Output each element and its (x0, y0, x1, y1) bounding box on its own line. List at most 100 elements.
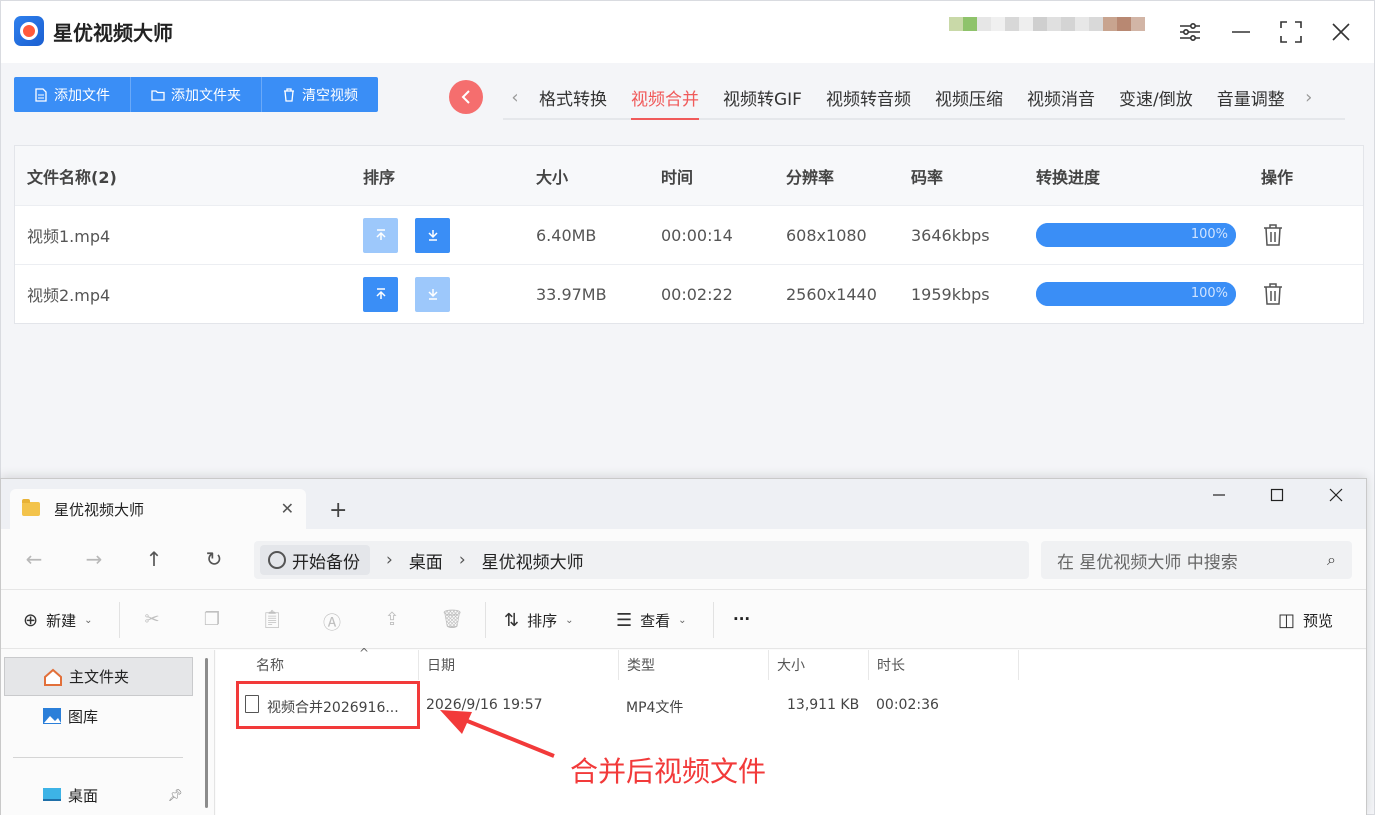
column-size[interactable]: 大小 (769, 650, 869, 680)
sidebar-scrollbar[interactable] (201, 650, 215, 815)
search-input[interactable]: 在 星优视频大师 中搜索 ⌕ (1041, 541, 1352, 579)
column-date[interactable]: 日期 (419, 650, 619, 680)
back-arrow-icon[interactable]: ← (21, 547, 47, 571)
tab-video-to-gif[interactable]: 视频转GIF (723, 77, 802, 118)
file-icon (34, 87, 48, 102)
clear-videos-label: 清空视频 (302, 87, 358, 104)
column-label: 名称 (256, 658, 284, 674)
sort-button[interactable]: ⇅ 排序 ⌄ (504, 610, 574, 631)
scrollbar-thumb[interactable] (205, 658, 208, 808)
tab-format-convert[interactable]: 格式转换 (539, 77, 607, 118)
table-row: 视频2.mp4 33.97MB 00:02:22 2560x1440 1959k… (15, 264, 1363, 323)
search-icon: ⌕ (1327, 550, 1336, 569)
move-down-button[interactable] (415, 217, 450, 253)
table-row: 视频1.mp4 6.40MB 00:00:14 608x1080 3646kbp… (15, 205, 1363, 264)
settings-sliders-icon[interactable] (1175, 17, 1205, 47)
sort-label: 排序 (527, 612, 558, 630)
maximize-icon[interactable] (1262, 487, 1292, 506)
move-up-button[interactable] (363, 276, 398, 312)
preview-pane-icon: ◫ (1278, 610, 1296, 631)
share-icon[interactable]: ⇪ (380, 609, 404, 630)
file-size: 13,911 KB (787, 697, 860, 713)
breadcrumb-backup[interactable]: 开始备份 (260, 545, 370, 575)
navigation-bar: ← → ↑ ↻ 开始备份 › 桌面 › 星优视频大师 在 星优视频大师 中搜索 … (1, 529, 1366, 589)
col-actions: 操作 (1261, 167, 1294, 187)
tab-speed-reverse[interactable]: 变速/倒放 (1119, 77, 1193, 118)
tab-volume-adjust[interactable]: 音量调整 (1217, 77, 1285, 118)
paste-icon[interactable]: 📋︎ (260, 609, 284, 630)
explorer-tab[interactable]: 星优视频大师 ✕ (10, 489, 306, 529)
more-options-button[interactable]: ··· (733, 610, 750, 628)
breadcrumb-desktop[interactable]: 桌面 (409, 548, 443, 573)
folder-icon (151, 88, 165, 102)
annotation-caption: 合并后视频文件 (570, 755, 767, 788)
tab-close-icon[interactable]: ✕ (281, 499, 294, 518)
new-tab-icon[interactable]: + (329, 498, 347, 523)
delete-icon[interactable]: 🗑︎ (440, 609, 464, 630)
move-up-button[interactable] (363, 217, 398, 253)
highlight-box (236, 681, 420, 729)
navigation-pane: 主文件夹 图库 桌面 📌︎ (1, 650, 201, 815)
breadcrumb-current-folder[interactable]: 星优视频大师 (482, 548, 584, 573)
col-filename: 文件名称(2) (27, 167, 117, 187)
file-time: 00:02:22 (661, 284, 733, 304)
divider (485, 602, 486, 638)
copy-icon[interactable]: ❐ (200, 609, 224, 630)
sidebar-item-gallery[interactable]: 图库 (4, 697, 193, 736)
add-folder-button[interactable]: 添加文件夹 (131, 77, 262, 112)
file-size: 33.97MB (536, 284, 607, 304)
trash-icon (282, 87, 296, 102)
refresh-icon[interactable]: ↻ (201, 547, 227, 571)
add-file-button[interactable]: 添加文件 (14, 77, 131, 112)
file-toolbar: 添加文件 添加文件夹 清空视频 (14, 77, 378, 112)
tab-video-to-audio[interactable]: 视频转音频 (826, 77, 911, 118)
new-button[interactable]: ⊕ 新建 ⌄ (23, 610, 93, 631)
fullscreen-icon[interactable] (1276, 17, 1306, 47)
up-arrow-icon[interactable]: ↑ (141, 547, 167, 571)
tab-scroll-right-icon[interactable]: › (1297, 87, 1321, 108)
tab-video-mute[interactable]: 视频消音 (1027, 77, 1095, 118)
clear-videos-button[interactable]: 清空视频 (262, 77, 378, 112)
breadcrumb-chevron-icon[interactable]: › (459, 550, 466, 570)
column-name[interactable]: 名称 ^ (248, 646, 419, 680)
preview-label: 预览 (1303, 612, 1334, 630)
col-size: 大小 (536, 167, 569, 187)
minimize-icon[interactable] (1226, 17, 1256, 47)
command-bar: ⊕ 新建 ⌄ ✂ ❐ 📋︎ Ⓐ ⇪ 🗑︎ ⇅ 排序 ⌄ ☰ 查看 ⌄ ··· ◫… (1, 589, 1366, 649)
breadcrumb-chevron-icon[interactable]: › (386, 550, 393, 570)
move-down-button[interactable] (415, 276, 450, 312)
column-duration[interactable]: 时长 (869, 650, 1019, 680)
add-file-label: 添加文件 (54, 87, 110, 104)
tab-scroll-left-icon[interactable]: ‹ (503, 87, 527, 108)
minimize-icon[interactable] (1204, 487, 1234, 506)
file-table: 文件名称(2) 排序 大小 时间 分辨率 码率 转换进度 操作 视频1.mp4 … (14, 145, 1364, 324)
delete-icon[interactable] (1261, 282, 1285, 306)
sort-arrows-icon: ⇅ (504, 610, 520, 631)
app-logo-icon (14, 16, 44, 46)
tab-video-merge[interactable]: 视频合并 (631, 77, 699, 120)
close-icon[interactable] (1321, 487, 1351, 506)
cut-icon[interactable]: ✂ (140, 609, 164, 630)
user-avatar[interactable] (949, 17, 1149, 47)
file-list: 名称 ^ 日期 类型 大小 时长 视频合并2026916... 2026/9/1… (216, 646, 1366, 815)
column-type[interactable]: 类型 (619, 650, 769, 680)
sort-ascending-icon: ^ (359, 646, 370, 660)
forward-arrow-icon[interactable]: → (81, 547, 107, 571)
sidebar-item-desktop[interactable]: 桌面 📌︎ (4, 776, 193, 815)
col-resolution: 分辨率 (786, 167, 835, 187)
pin-icon[interactable]: 📌︎ (168, 788, 183, 802)
chevron-down-icon: ⌄ (565, 615, 574, 626)
tab-video-compress[interactable]: 视频压缩 (935, 77, 1003, 118)
close-icon[interactable] (1326, 17, 1356, 47)
view-lines-icon: ☰ (616, 610, 633, 631)
file-name: 视频1.mp4 (27, 227, 111, 246)
view-button[interactable]: ☰ 查看 ⌄ (616, 610, 687, 631)
sidebar-item-label: 主文件夹 (69, 668, 130, 686)
sidebar-item-home[interactable]: 主文件夹 (4, 657, 193, 696)
back-circle-button[interactable] (449, 80, 483, 114)
address-bar[interactable]: 开始备份 › 桌面 › 星优视频大师 (254, 541, 1029, 579)
rename-icon[interactable]: Ⓐ (320, 609, 344, 635)
explorer-tab-title: 星优视频大师 (54, 500, 145, 519)
preview-pane-button[interactable]: ◫ 预览 (1278, 610, 1333, 631)
delete-icon[interactable] (1261, 223, 1285, 247)
